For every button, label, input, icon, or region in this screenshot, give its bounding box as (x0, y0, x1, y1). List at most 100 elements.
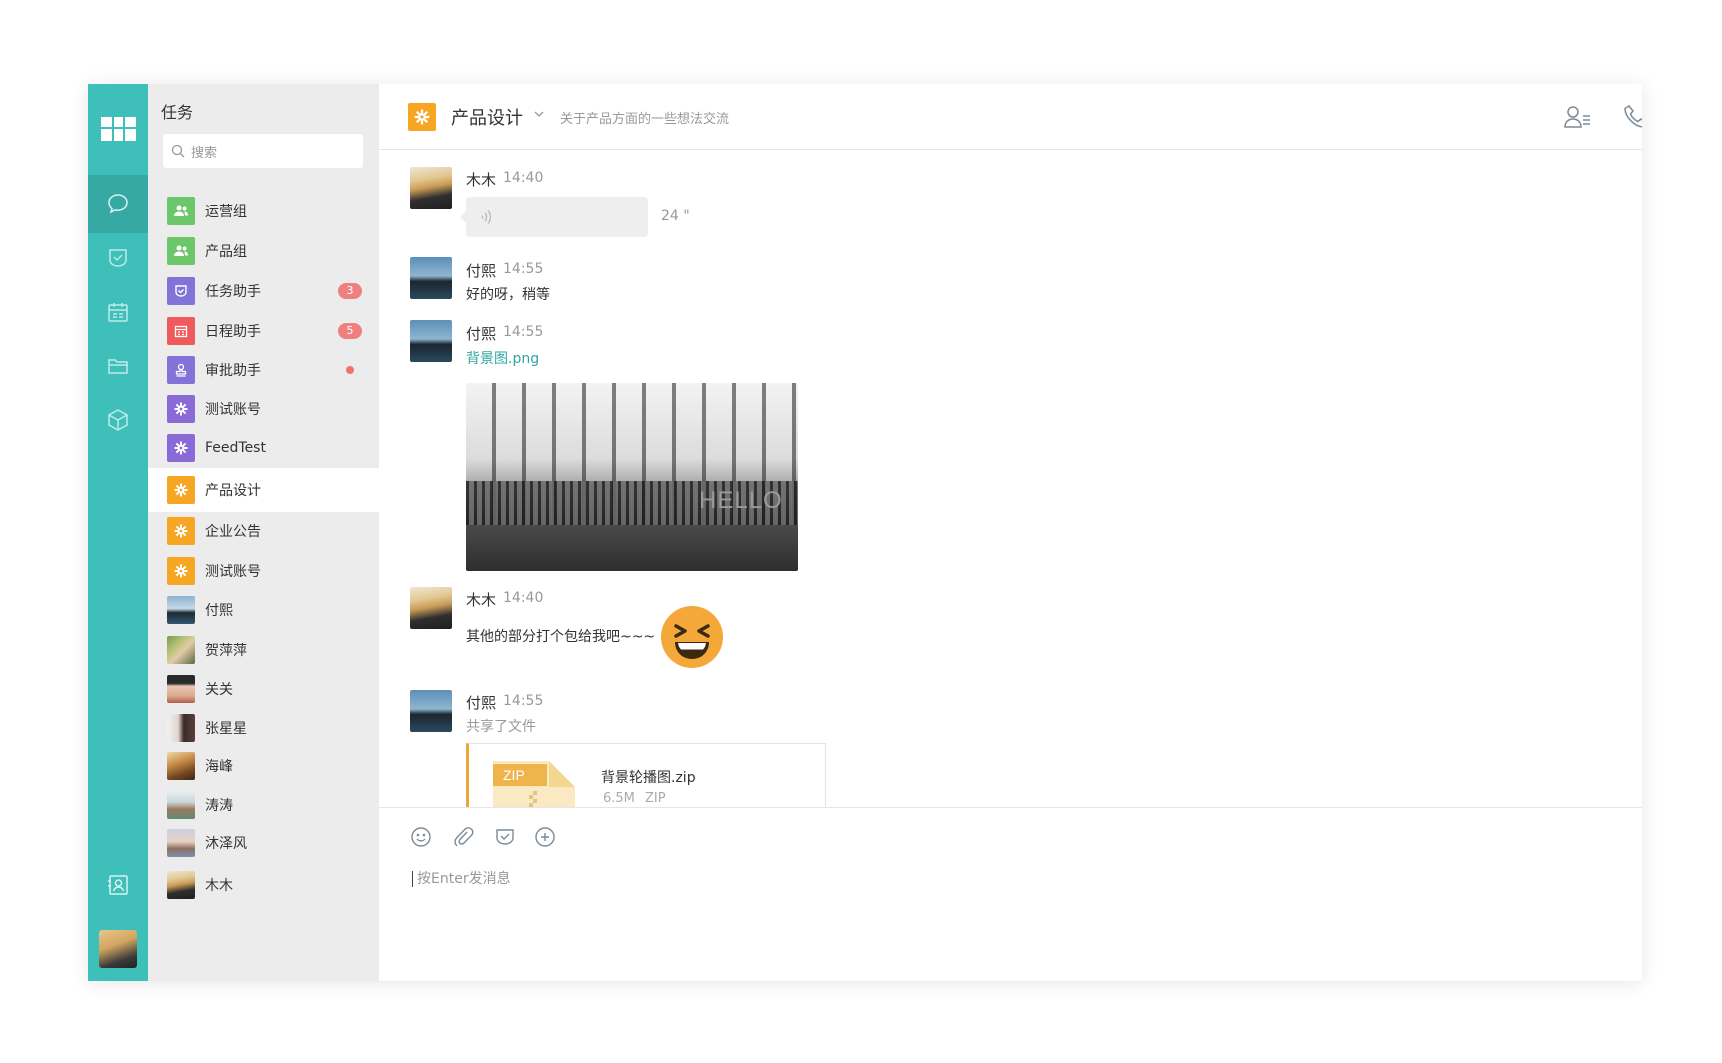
nav-tasks[interactable] (88, 229, 148, 287)
avatar[interactable] (410, 320, 452, 362)
sidebar-item-test-account-2[interactable]: 测试账号 (148, 549, 379, 593)
sidebar-item-label: 任务助手 (205, 284, 261, 300)
photo-floor (466, 525, 798, 571)
avatar (167, 752, 195, 780)
sidebar-item-test-account[interactable]: 测试账号 (148, 387, 379, 431)
unread-badge: 5 (338, 323, 362, 339)
avatar[interactable] (410, 167, 452, 209)
sidebar-item-label: 木木 (205, 878, 233, 894)
avatar (167, 596, 195, 624)
avatar[interactable] (410, 257, 452, 299)
sidebar-item-label: 运营组 (205, 204, 247, 220)
message-list: 木木 14:40 24 " 付熙 14:55 好的呀，稍等 付熙 14:55 背… (379, 150, 1642, 807)
avatar (167, 675, 195, 703)
nav-messages[interactable] (88, 175, 148, 233)
sidebar-item-label: 日程助手 (205, 324, 261, 340)
search-icon (171, 144, 185, 158)
sidebar-item-label: 审批助手 (205, 363, 261, 379)
sidebar-item-muzefeng[interactable]: 沐泽风 (148, 821, 379, 865)
unread-badge: 3 (338, 283, 362, 299)
sidebar-item-schedule-assistant[interactable]: 日程助手 5 (148, 309, 379, 353)
sidebar-item-task-assistant[interactable]: 任务助手 3 (148, 269, 379, 313)
task-check-icon[interactable] (494, 826, 516, 848)
avatar (167, 791, 195, 819)
group-icon (167, 197, 195, 225)
message-subtitle: 共享了文件 (466, 719, 536, 735)
sidebar-title: 任务 (161, 103, 194, 122)
sidebar-item-approval-assistant[interactable]: 审批助手 (148, 348, 379, 392)
avatar[interactable] (410, 587, 452, 629)
sidebar-item-label: 涛涛 (205, 798, 233, 814)
left-rail (88, 84, 148, 981)
sidebar-item-company-notice[interactable]: 企业公告 (148, 509, 379, 553)
chevron-down-icon[interactable] (533, 108, 545, 120)
chat-bubble-icon (108, 194, 128, 214)
file-attachment-card[interactable]: ZIP 背景轮播图.zip 6.5M ZIP (466, 743, 826, 807)
app-logo-icon[interactable] (101, 117, 136, 141)
gear-icon (167, 395, 195, 423)
conversation-sidebar: 任务 搜索 运营组 产品组 任务助手 3 日程助手 5 审批助手 测试账号 Fe… (148, 84, 379, 981)
gear-icon (167, 517, 195, 545)
chat-app-window: 任务 搜索 运营组 产品组 任务助手 3 日程助手 5 审批助手 测试账号 Fe… (88, 84, 1642, 981)
gear-icon (167, 557, 195, 585)
sidebar-item-haifeng[interactable]: 海峰 (148, 744, 379, 788)
svg-text:ZIP: ZIP (503, 767, 525, 783)
folder-icon (108, 359, 128, 374)
sidebar-item-mumu[interactable]: 木木 (148, 863, 379, 907)
message-time: 14:40 (503, 590, 544, 606)
file-type: ZIP (645, 791, 666, 806)
message-input[interactable]: 按Enter发消息 (412, 871, 511, 887)
shared-image[interactable]: HELLO (466, 383, 798, 571)
message-time: 14:55 (503, 261, 544, 277)
sidebar-item-label: 张星星 (205, 721, 247, 737)
search-input[interactable]: 搜索 (163, 134, 363, 168)
sidebar-item-label: 测试账号 (205, 402, 261, 418)
conversation-title[interactable]: 产品设计 (451, 104, 523, 130)
task-check-icon (167, 277, 195, 305)
avatar (167, 829, 195, 857)
gear-icon (167, 434, 195, 462)
message-sender: 付熙 (466, 694, 497, 712)
calendar-icon (167, 317, 195, 345)
sidebar-item-label: 产品设计 (205, 483, 261, 499)
message-sender: 付熙 (466, 262, 497, 280)
sidebar-item-hepingping[interactable]: 贺萍萍 (148, 628, 379, 672)
sidebar-item-label: 企业公告 (205, 524, 261, 540)
sidebar-item-label: 关关 (205, 682, 233, 698)
sidebar-item-label: 贺萍萍 (205, 643, 247, 659)
emoji-icon[interactable] (410, 826, 432, 848)
sidebar-item-label: 海峰 (205, 759, 233, 775)
group-icon (167, 237, 195, 265)
contacts-icon (108, 875, 128, 895)
avatar[interactable] (410, 690, 452, 732)
file-name: 背景轮播图.zip (601, 770, 696, 786)
nav-calendar[interactable] (88, 283, 148, 341)
sidebar-item-chanpinzu[interactable]: 产品组 (148, 229, 379, 273)
laughing-emoji-icon (661, 606, 723, 668)
message-sender: 付熙 (466, 325, 497, 343)
message-sender: 木木 (466, 591, 497, 609)
search-placeholder: 搜索 (191, 145, 218, 161)
attachment-icon[interactable] (452, 826, 474, 848)
photo-wall-text: HELLO (699, 487, 783, 514)
sidebar-item-label: FeedTest (205, 440, 266, 456)
image-filename-link[interactable]: 背景图.png (466, 348, 539, 368)
message-time: 14:55 (503, 693, 544, 709)
nav-apps[interactable] (88, 391, 148, 449)
nav-contacts[interactable] (88, 856, 148, 914)
stamp-icon (167, 356, 195, 384)
message-time: 14:40 (503, 170, 544, 186)
phone-icon[interactable] (1624, 104, 1642, 130)
sidebar-item-guanguan[interactable]: 关关 (148, 667, 379, 711)
nav-files[interactable] (88, 337, 148, 395)
current-user-avatar[interactable] (99, 930, 137, 968)
sidebar-item-yunyingzu[interactable]: 运营组 (148, 189, 379, 233)
members-list-icon[interactable] (1564, 104, 1592, 130)
plus-circle-icon[interactable] (534, 826, 556, 848)
voice-message-bubble[interactable] (466, 197, 648, 237)
sidebar-item-fuxi[interactable]: 付熙 (148, 588, 379, 632)
voice-wave-icon (481, 210, 492, 224)
unread-dot (346, 366, 354, 374)
sidebar-item-product-design[interactable]: 产品设计 (148, 468, 379, 512)
sidebar-item-feedtest[interactable]: FeedTest (148, 426, 379, 470)
